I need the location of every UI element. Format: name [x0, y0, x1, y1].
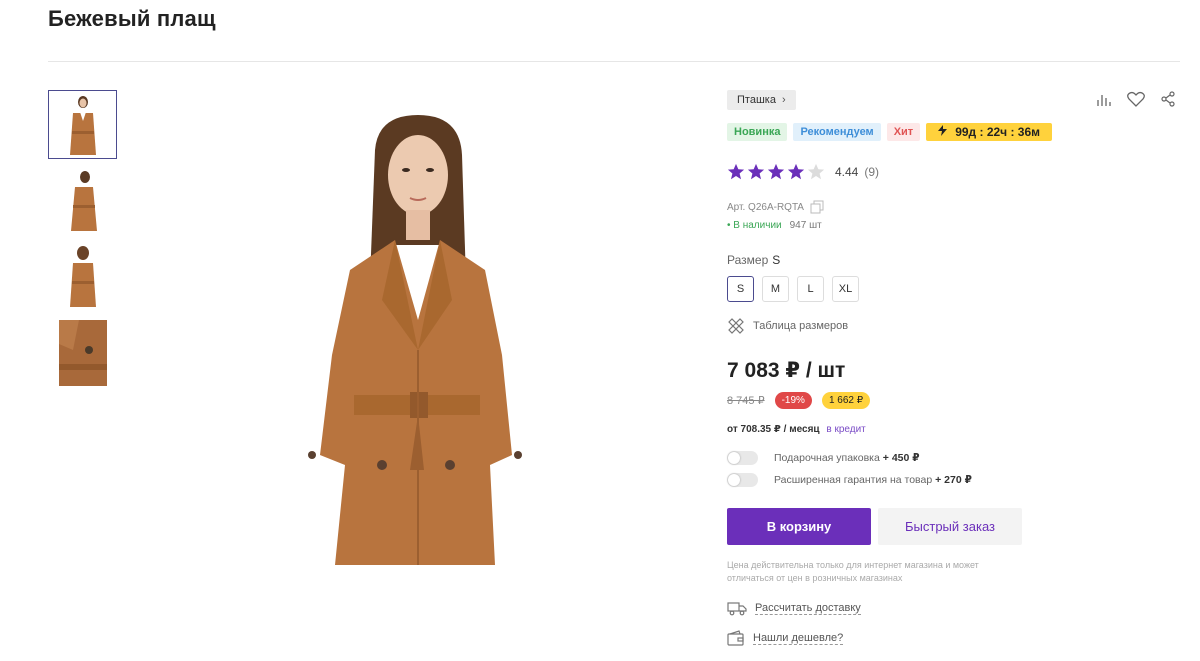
size-table-label: Таблица размеров [753, 320, 849, 332]
lightning-icon [938, 125, 948, 139]
compare-icon[interactable] [1095, 90, 1113, 108]
warranty-toggle[interactable] [727, 473, 758, 487]
warranty-price: + 270 ₽ [935, 474, 972, 486]
thumbnail-4[interactable] [48, 318, 117, 387]
delivery-calc-link[interactable]: Рассчитать доставку [727, 600, 861, 616]
add-to-cart-button[interactable]: В корзину [727, 508, 871, 545]
share-icon[interactable] [1159, 90, 1177, 108]
rating[interactable]: 4.44 (9) [727, 163, 879, 181]
ruler-icon [728, 318, 744, 334]
product-badges: Новинка Рекомендуем Хит 99д : 22ч : 36м [727, 123, 1053, 141]
old-price: 8 745 ₽ [727, 395, 765, 407]
main-product-image[interactable] [290, 110, 540, 565]
star-icon [727, 163, 745, 180]
rating-value: 4.44 [835, 165, 859, 179]
price-disclaimer: Цена действительна только для интернет м… [727, 560, 979, 583]
star-icon [747, 163, 765, 180]
badge-new: Новинка [727, 123, 788, 141]
found-cheaper-label: Нашли дешевле? [753, 631, 844, 645]
option-warranty: Расширенная гарантия на товар + 270 ₽ [727, 473, 972, 487]
thumbnail-1[interactable] [48, 90, 117, 159]
timer-value: 99д : 22ч : 36м [955, 125, 1041, 139]
size-label-text: Размер [727, 253, 769, 267]
header-divider [48, 61, 1180, 62]
brand-label: Пташка [737, 94, 776, 106]
discount-badge: -19% [774, 392, 812, 409]
gift-wrap-price: + 450 ₽ [882, 452, 920, 464]
copy-icon[interactable] [810, 200, 824, 214]
delivery-calc-label: Рассчитать доставку [755, 601, 861, 615]
brand-chip[interactable]: Пташка › [727, 90, 796, 110]
promo-timer: 99д : 22ч : 36м [926, 123, 1053, 141]
size-option-l[interactable]: L [797, 276, 824, 302]
page-title: Бежевый плащ [48, 6, 216, 31]
size-table-link[interactable]: Таблица размеров [727, 317, 848, 335]
size-option-xl[interactable]: XL [832, 276, 859, 302]
stock-quantity: 947 шт [789, 220, 822, 231]
size-option-s[interactable]: S [727, 276, 754, 302]
gift-wrap-label: Подарочная упаковка [774, 452, 880, 464]
saving-badge: 1 662 ₽ [821, 392, 871, 409]
size-label: Размер S [727, 253, 780, 267]
star-icon-empty [807, 163, 825, 180]
option-gift-wrap: Подарочная упаковка + 450 ₽ [727, 451, 920, 465]
wallet-icon [727, 630, 744, 646]
rating-count: (9) [864, 165, 880, 179]
price-details: 8 745 ₽ -19% 1 662 ₽ [727, 392, 871, 409]
thumbnail-3[interactable] [48, 242, 117, 311]
credit-link[interactable]: в кредит [826, 424, 865, 435]
truck-icon [727, 602, 747, 616]
found-cheaper-link[interactable]: Нашли дешевле? [727, 630, 844, 646]
stock-available: • В наличии [727, 220, 782, 231]
thumbnail-2[interactable] [48, 166, 117, 235]
badge-recommended: Рекомендуем [793, 123, 881, 141]
badge-hit: Хит [886, 123, 921, 141]
quick-order-button[interactable]: Быстрый заказ [878, 508, 1022, 545]
size-selector: S M L XL [727, 276, 859, 302]
heart-icon[interactable] [1127, 90, 1145, 108]
credit-info: от 708.35 ₽ / месяц в кредит [727, 424, 866, 435]
sku-text: Арт. Q26A-RQTA [727, 201, 804, 213]
sku: Арт. Q26A-RQTA [727, 200, 824, 214]
gift-wrap-toggle[interactable] [727, 451, 758, 465]
thumbnail-gallery [48, 90, 118, 394]
chevron-right-icon: › [781, 94, 786, 106]
credit-amount: от 708.35 ₽ / месяц [727, 424, 820, 435]
warranty-label: Расширенная гарантия на товар [774, 474, 933, 486]
action-icons [1095, 90, 1177, 108]
star-icon [767, 163, 785, 180]
current-price: 7 083 ₽ / шт [727, 359, 846, 382]
size-option-m[interactable]: M [762, 276, 789, 302]
star-icon [787, 163, 805, 180]
size-selected-value: S [772, 253, 781, 267]
stock-status: • В наличии 947 шт [727, 220, 822, 231]
